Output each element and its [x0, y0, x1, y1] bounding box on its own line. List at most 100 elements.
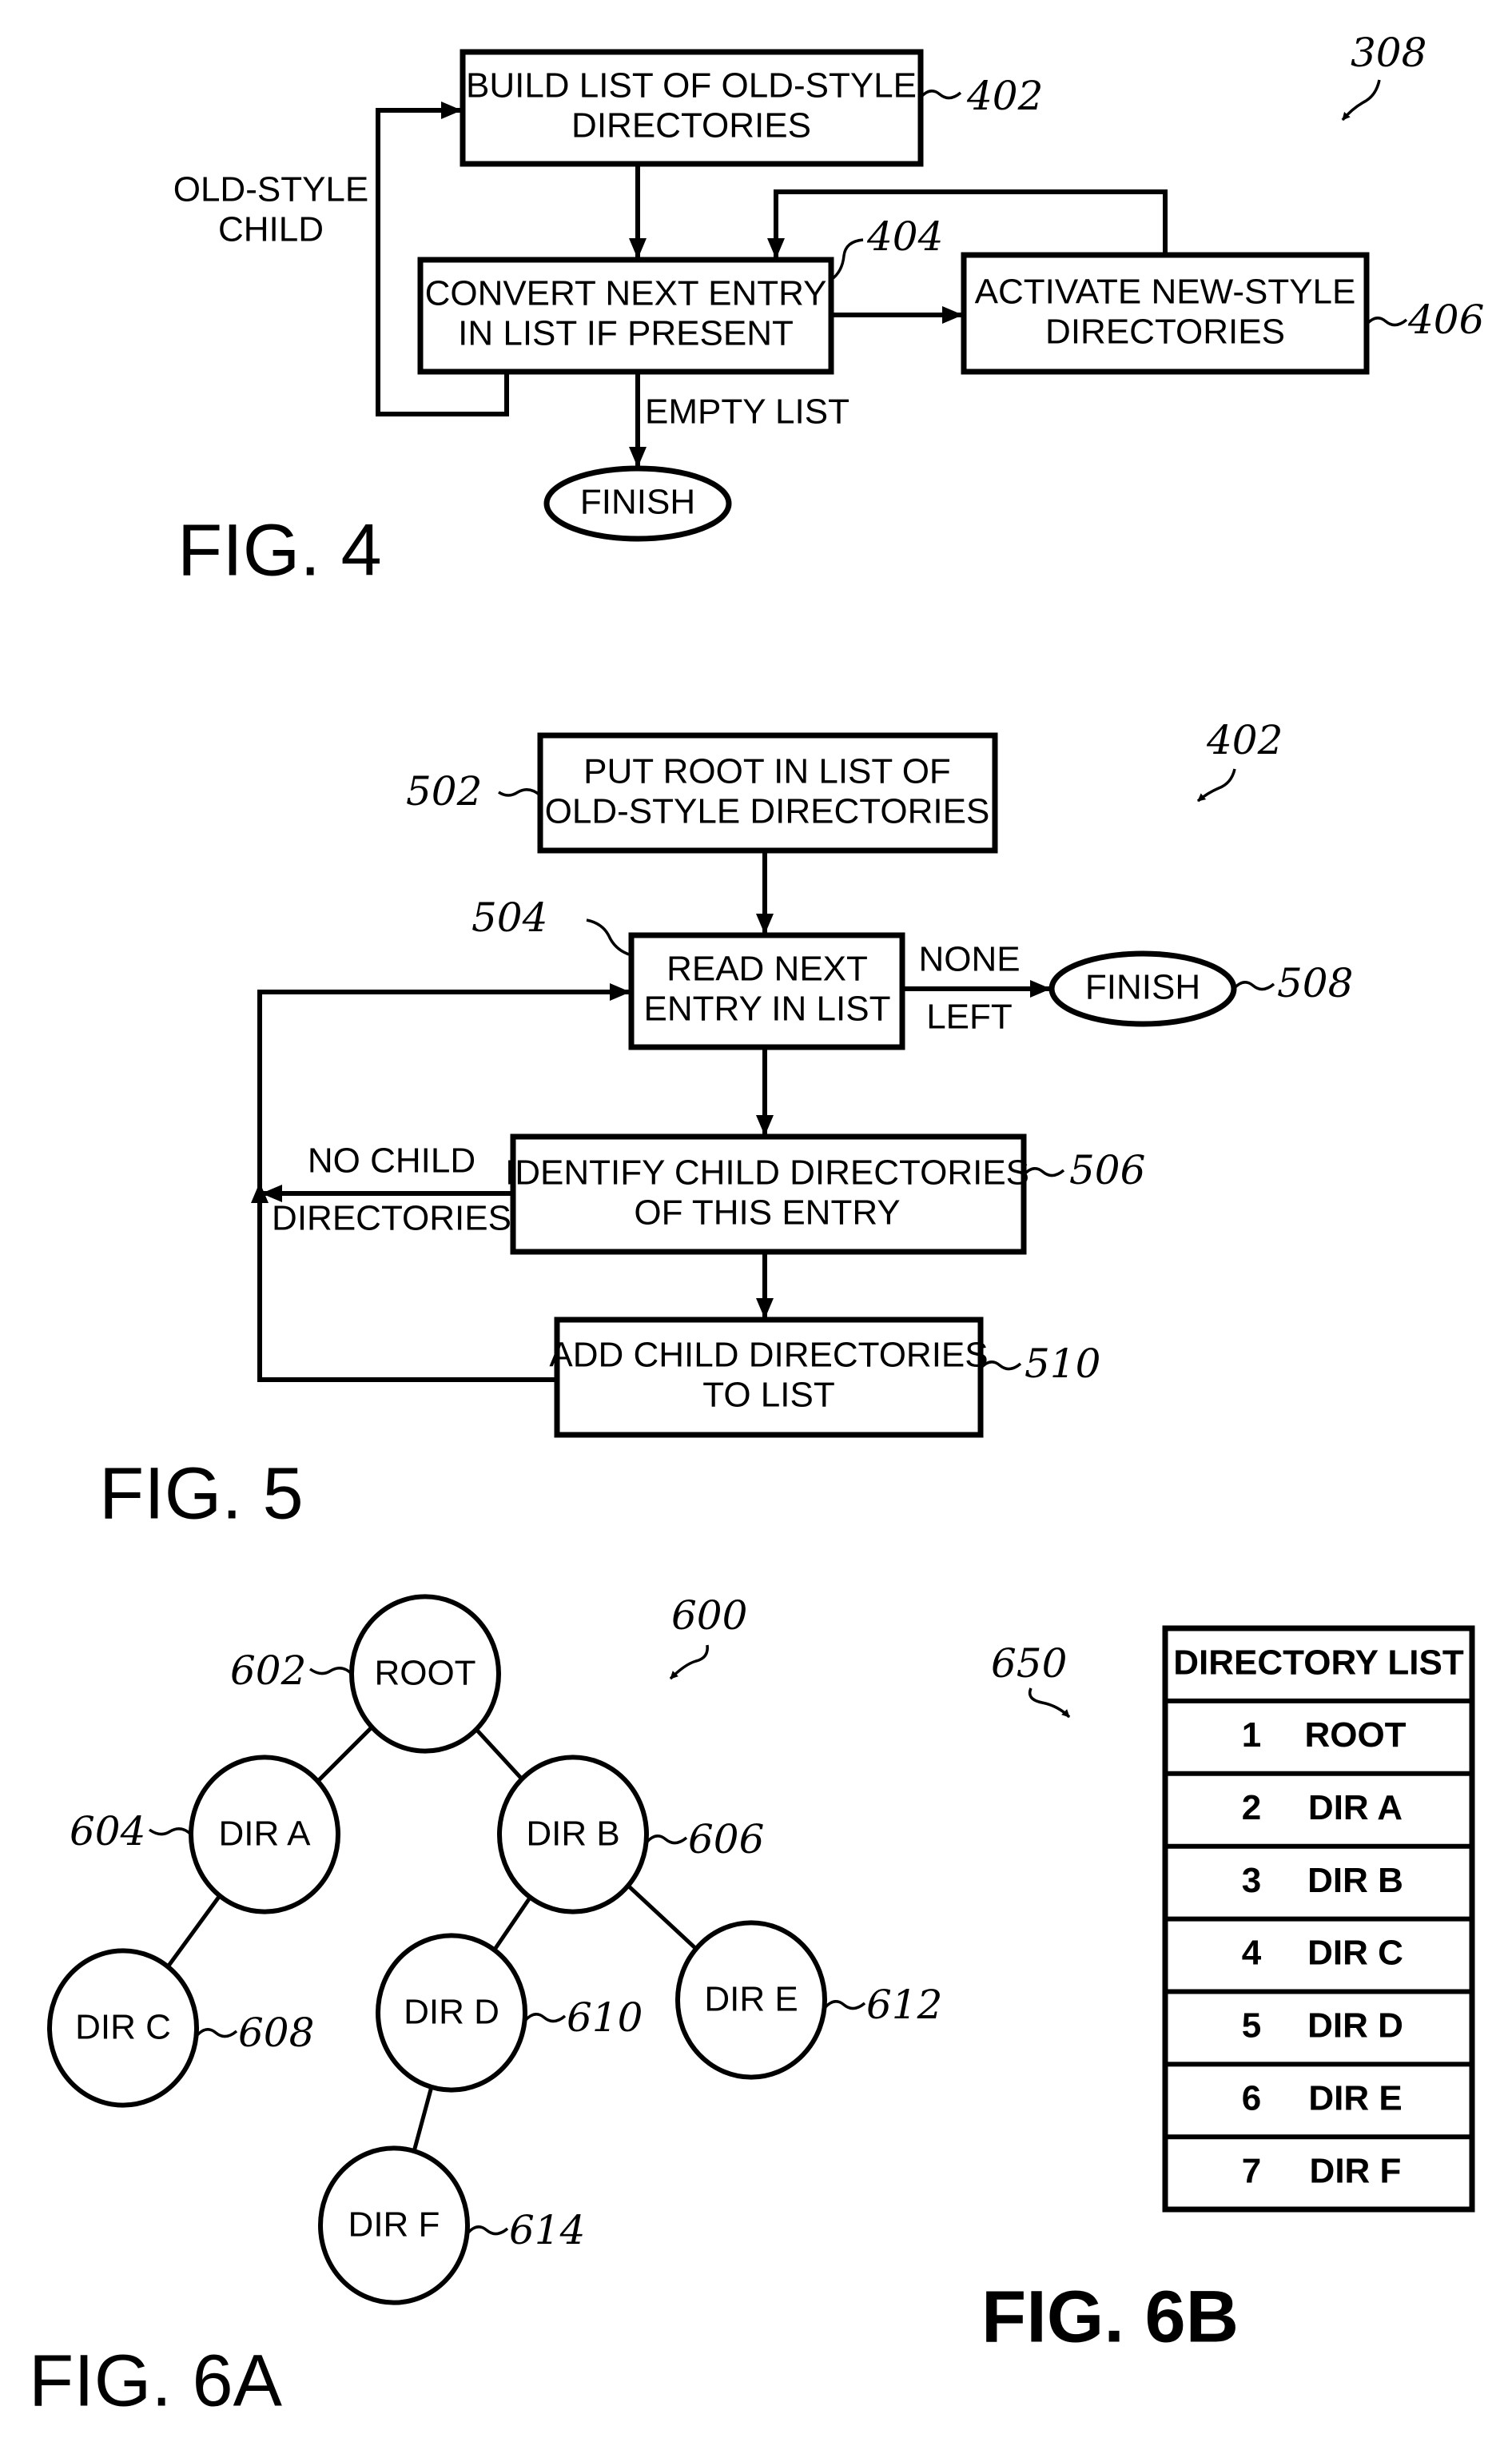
box-add-children: ADD CHILD DIRECTORIES TO LIST: [549, 1317, 989, 1438]
box-identify-children: IDENTIFY CHILD DIRECTORIES OF THIS ENTRY: [505, 1133, 1029, 1255]
leader-506: [1022, 1167, 1065, 1177]
ref-406: 406: [1407, 297, 1484, 343]
box-activate-line1: ACTIVATE NEW-STYLE: [975, 273, 1356, 312]
table-header: DIRECTORY LIST: [1173, 1643, 1464, 1683]
terminal-finish-label: FINISH: [580, 483, 695, 522]
terminal-finish: FINISH: [543, 465, 732, 542]
tree-edge-d-f: [411, 2083, 435, 2155]
table-row-number: 4: [1242, 1934, 1262, 1973]
tree-node-label: DIR A: [219, 1815, 312, 1854]
tree-node-ref: 608: [238, 2010, 314, 2056]
tree-node-leader: [148, 1827, 193, 1836]
box-convert-entry-line1: CONVERT NEXT ENTRY: [425, 274, 827, 313]
tree-node-ref: 606: [688, 1816, 764, 1862]
tree-node-label: DIR B: [526, 1815, 619, 1854]
box-build-list-line2: DIRECTORIES: [571, 106, 811, 145]
tree-node-ref: 604: [70, 1808, 145, 1854]
tree-node-leader: [466, 2225, 509, 2236]
table-row-name: DIR E: [1308, 2078, 1402, 2117]
table-row-number: 1: [1242, 1715, 1261, 1755]
tree-edge-b-d: [491, 1894, 534, 1954]
ref-506: 506: [1069, 1147, 1145, 1193]
leader-404: [830, 238, 864, 281]
leader-508: [1232, 981, 1275, 991]
box-identify-line1: IDENTIFY CHILD DIRECTORIES: [505, 1153, 1029, 1193]
tree-node-label: DIR F: [348, 2205, 440, 2245]
box-build-list: BUILD LIST OF OLD-STYLE DIRECTORIES: [460, 49, 924, 167]
fig-5: PUT ROOT IN LIST OF OLD-STYLE DIRECTORIE…: [99, 717, 1353, 1534]
tree-node-ref: 612: [866, 1982, 942, 2028]
label-none: NONE: [918, 940, 1020, 979]
leader-502: [498, 788, 542, 797]
ref-508: 508: [1277, 960, 1353, 1006]
box-convert-entry: CONVERT NEXT ENTRY IN LIST IF PRESENT: [417, 257, 834, 375]
terminal-finish-508: FINISH: [1048, 950, 1237, 1027]
table-row-number: 3: [1242, 1861, 1261, 1900]
tree-nodes: ROOT602DIR A604 DIR B 606DIR C 608 DIR D 610 D…: [47, 1594, 942, 2305]
box-activate-new-style: ACTIVATE NEW-STYLE DIRECTORIES: [961, 252, 1370, 375]
tree-node-root: ROOT 602: [230, 1594, 501, 1754]
box-read-next: READ NEXT ENTRY IN LIST: [628, 932, 905, 1050]
table-row-name: DIR D: [1307, 2006, 1403, 2046]
tree-node-label: DIR C: [75, 2008, 171, 2047]
tree-node-e: DIR E 612: [675, 1920, 942, 2080]
ref-650-arrow: [1028, 1687, 1071, 1719]
box-read-next-line1: READ NEXT: [666, 950, 868, 989]
arrow-activate-feedback: [767, 189, 1168, 259]
table-row-name: DIR F: [1310, 2151, 1402, 2190]
table-row-number: 7: [1242, 2151, 1261, 2190]
ref-650: 650: [991, 1640, 1067, 1687]
table-row-number: 2: [1242, 1788, 1261, 1827]
tree-node-c: DIR C 608: [47, 1948, 314, 2108]
tree-node-a: DIR A 604: [70, 1755, 340, 1914]
tree-edge-root-b: [473, 1726, 525, 1783]
fig-6b: DIRECTORY LIST 1 ROOT 2 DIR A 3 DIR B 4 DIR C 5 D…: [981, 1625, 1475, 2357]
tree-node-label: ROOT: [374, 1654, 475, 1693]
tree-node-leader: [195, 2028, 238, 2038]
label-directories: DIRECTORIES: [272, 1199, 511, 1238]
label-left: LEFT: [926, 998, 1013, 1037]
table-row-name: ROOT: [1304, 1715, 1406, 1755]
ref-504: 504: [472, 894, 547, 941]
table-row-name: DIR B: [1307, 1861, 1403, 1900]
fig-5-title: FIG. 5: [99, 1452, 304, 1534]
box-add-line1: ADD CHILD DIRECTORIES: [549, 1336, 988, 1375]
table-row-name: DIR A: [1308, 1788, 1403, 1827]
label-empty-list: EMPTY LIST: [645, 392, 850, 432]
tree-node-leader: [645, 1835, 688, 1845]
table-row-number: 5: [1242, 2006, 1261, 2046]
box-put-root-line1: PUT ROOT IN LIST OF: [583, 752, 951, 791]
tree-node-leader: [823, 2000, 866, 2010]
tree-node-d: DIR D 610: [376, 1933, 643, 2093]
tree-node-ref: 602: [230, 1647, 306, 1694]
label-child: CHILD: [218, 210, 324, 249]
tree-node-leader: [523, 2013, 567, 2023]
ref-600: 600: [671, 1592, 747, 1639]
table-row-number: 6: [1242, 2078, 1261, 2117]
box-add-line2: TO LIST: [702, 1376, 834, 1415]
fig-6b-title: FIG. 6B: [981, 2276, 1239, 2357]
tree-node-f: DIR F 614: [318, 2145, 585, 2305]
tree-node-label: DIR D: [404, 1993, 499, 2032]
fig-4: BUILD LIST OF OLD-STYLE DIRECTORIES 402 …: [173, 30, 1485, 591]
tree-edge-a-c: [165, 1892, 223, 1970]
tree-node-leader: [308, 1667, 353, 1675]
label-no-child: NO CHILD: [308, 1141, 475, 1181]
directory-list-table: DIRECTORY LIST 1 ROOT 2 DIR A 3 DIR B 4 DIR C 5 D…: [1162, 1625, 1475, 2213]
ref-502: 502: [406, 768, 482, 815]
tree-node-ref: 610: [567, 1994, 643, 2041]
tree-edge-b-e: [625, 1882, 699, 1952]
ref-404: 404: [866, 213, 943, 260]
ref-308: 308: [1351, 30, 1426, 76]
fig-6a-title: FIG. 6A: [29, 2340, 283, 2421]
ref-402-fig5: 402: [1206, 717, 1283, 763]
box-identify-line2: OF THIS ENTRY: [634, 1193, 900, 1233]
label-old-style: OLD-STYLE: [173, 170, 369, 209]
tree-node-label: DIR E: [704, 1980, 798, 2019]
ref-402-fig5-arrow: [1196, 768, 1236, 803]
ref-510: 510: [1025, 1341, 1100, 1387]
ref-308-arrow: [1341, 79, 1381, 122]
fig-4-title: FIG. 4: [177, 509, 382, 591]
box-read-next-line2: ENTRY IN LIST: [644, 990, 891, 1029]
fig-6a: ROOT602DIR A604 DIR B 606DIR C 608 DIR D 610 D…: [29, 1592, 942, 2421]
